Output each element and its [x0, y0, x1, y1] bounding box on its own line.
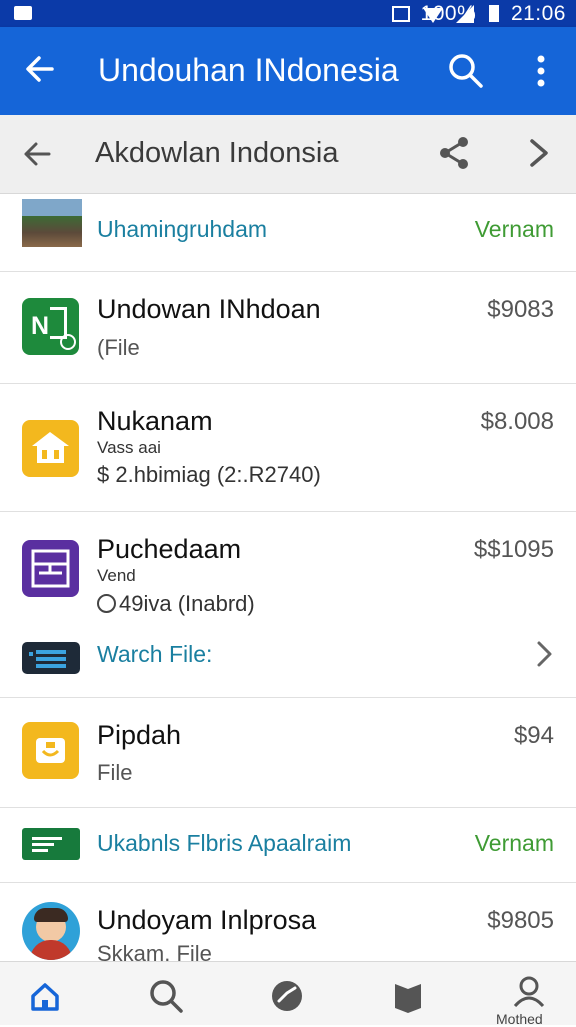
- list-item-subtitle: $ 2.hbimiag (2:.R2740): [97, 462, 321, 487]
- list-item-title: Undoyam Inlprosa: [97, 905, 317, 935]
- list-item[interactable]: Pipdah File $94: [0, 697, 576, 808]
- status-bar: 100% 21:06: [0, 0, 576, 27]
- battery-percent: 100%: [420, 2, 477, 25]
- search-icon[interactable]: [446, 51, 486, 91]
- library-icon[interactable]: [388, 976, 428, 1016]
- list-item[interactable]: N Undowan INhdoan (File $9083: [0, 271, 576, 384]
- list-item[interactable]: Undoyam Inlprosa Skkam. File $9805: [0, 882, 576, 966]
- list-item-title: Ukabnls Flbris Apaalraim: [97, 830, 352, 856]
- app-title: Undouhan INdonesia: [98, 52, 399, 88]
- search-icon[interactable]: [146, 976, 186, 1016]
- profile-label: Mothed: [496, 1011, 543, 1027]
- app-icon: N: [22, 298, 79, 355]
- list-item-title: Pipdah: [97, 720, 182, 750]
- page-subtitle: Akdowlan Indonsia: [95, 137, 339, 169]
- avatar: [22, 902, 80, 960]
- explore-icon[interactable]: [267, 976, 307, 1016]
- chevron-right-icon[interactable]: [522, 135, 556, 171]
- more-vert-icon[interactable]: [527, 51, 555, 91]
- list-item-price: $9805: [487, 907, 554, 934]
- list-item-price: $94: [513, 722, 554, 749]
- list-item-meta: Vend: [97, 566, 136, 585]
- list-item-price: $8.008: [480, 408, 554, 435]
- store-icon: [22, 540, 79, 597]
- profile-icon[interactable]: [509, 972, 549, 1012]
- list-item[interactable]: Ukabnls Flbris Apaalraim Vernam: [0, 807, 576, 883]
- list-item-tag: Vernam: [474, 216, 554, 242]
- document-icon: [22, 828, 80, 860]
- status-text: 100% 21:06: [421, 2, 566, 26]
- chevron-right-icon: [537, 641, 552, 667]
- list-item[interactable]: Nukanam Vass aai $ 2.hbimiag (2:.R2740) …: [0, 383, 576, 512]
- list-item-title: Puchedaam: [97, 534, 242, 564]
- screenshot-icon: [392, 6, 410, 22]
- thumbnail-image: [22, 199, 82, 247]
- sub-toolbar: Akdowlan Indonsia: [0, 115, 576, 194]
- list-item-tag: Vernam: [474, 830, 554, 856]
- clock-icon: [97, 594, 116, 613]
- share-icon[interactable]: [436, 135, 472, 171]
- notification-icon: [14, 6, 32, 20]
- video-file-icon: [22, 642, 80, 674]
- clock: 21:06: [510, 2, 566, 25]
- list-item-subtitle: File: [97, 760, 133, 785]
- list-item[interactable]: Puchedaam Vend 49iva (Inabrd) $$1095 War…: [0, 511, 576, 698]
- lock-icon: [22, 722, 79, 779]
- back-arrow-icon[interactable]: [22, 51, 58, 87]
- list-item-title: Nukanam: [97, 406, 213, 436]
- list-item-subtitle: (File: [97, 335, 140, 360]
- watch-file-link[interactable]: Warch File:: [0, 629, 576, 697]
- list-item-subtitle-text: 49iva (Inabrd): [119, 591, 255, 616]
- link-label: Warch File:: [97, 641, 213, 667]
- house-icon: [22, 420, 79, 477]
- list-item-title: Undowan INhdoan: [97, 294, 321, 324]
- list-item-subtitle: 49iva (Inabrd): [97, 591, 255, 617]
- list-item[interactable]: Uhamingruhdam Vernam: [0, 193, 576, 272]
- back-arrow-icon[interactable]: [20, 137, 54, 171]
- home-icon[interactable]: [25, 976, 65, 1016]
- list-item-price: $$1095: [473, 536, 554, 563]
- battery-icon: [488, 5, 499, 22]
- app-bar: Undouhan INdonesia: [0, 27, 576, 115]
- list-item-meta: Vass aai: [97, 438, 161, 457]
- list-item-title: Uhamingruhdam: [97, 216, 268, 242]
- list-item-price: $9083: [487, 296, 554, 323]
- bottom-nav: Mothed: [0, 961, 576, 1027]
